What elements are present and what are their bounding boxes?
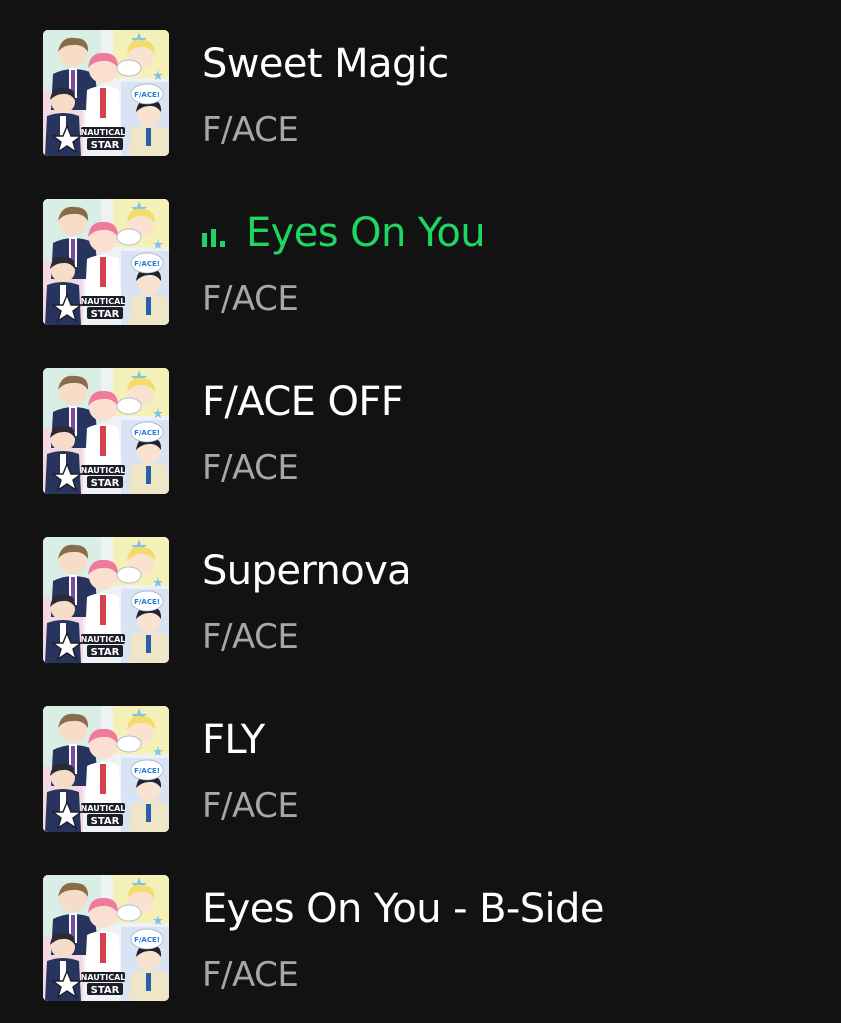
svg-text:F/ACE!: F/ACE! — [134, 260, 160, 268]
track-title-line: Supernova — [202, 545, 412, 597]
album-cover-art: F/ACE! NAUTICAL STAR — [43, 30, 169, 156]
svg-text:F/ACE!: F/ACE! — [134, 429, 160, 437]
album-cover-art: F/ACE! NAUTICAL STAR — [43, 537, 169, 663]
svg-text:STAR: STAR — [91, 309, 120, 320]
track-title: Sweet Magic — [202, 41, 449, 87]
svg-text:NAUTICAL: NAUTICAL — [81, 804, 126, 813]
track-row[interactable]: F/ACE! NAUTICAL STAR Sweet Magic F/ACE — [0, 0, 841, 160]
track-title: Eyes On You - B-Side — [202, 886, 604, 932]
svg-text:F/ACE!: F/ACE! — [134, 598, 160, 606]
track-artist: F/ACE — [202, 448, 299, 488]
track-artist: F/ACE — [202, 786, 299, 826]
svg-text:STAR: STAR — [91, 647, 120, 658]
svg-text:STAR: STAR — [91, 478, 120, 489]
track-artist: F/ACE — [202, 955, 299, 995]
track-row[interactable]: F/ACE! NAUTICAL STAR Eyes On You - B-Sid… — [0, 845, 841, 1005]
track-title-line: F/ACE OFF — [202, 376, 404, 428]
track-title-line: Eyes On You - B-Side — [202, 883, 604, 935]
track-artist: F/ACE — [202, 110, 299, 150]
svg-text:F/ACE!: F/ACE! — [134, 936, 160, 944]
album-cover-art: F/ACE! NAUTICAL STAR — [43, 706, 169, 832]
track-title-line: FLY — [202, 714, 265, 766]
track-row[interactable]: F/ACE! NAUTICAL STAR Supernova F/ACE — [0, 507, 841, 667]
track-title: F/ACE OFF — [202, 379, 404, 425]
svg-text:STAR: STAR — [91, 816, 120, 827]
svg-text:F/ACE!: F/ACE! — [134, 767, 160, 775]
track-row[interactable]: F/ACE! NAUTICAL STAR FLY F/ACE — [0, 676, 841, 836]
track-title: FLY — [202, 717, 265, 763]
album-cover-art: F/ACE! NAUTICAL STAR — [43, 199, 169, 325]
svg-text:NAUTICAL: NAUTICAL — [81, 635, 126, 644]
track-title-line: Sweet Magic — [202, 38, 449, 90]
track-row[interactable]: F/ACE! NAUTICAL STAR Eyes On You F/ACE — [0, 169, 841, 329]
album-cover-art: F/ACE! NAUTICAL STAR — [43, 368, 169, 494]
svg-text:NAUTICAL: NAUTICAL — [81, 973, 126, 982]
track-list: F/ACE! NAUTICAL STAR Sweet Magic F/ACE F… — [0, 0, 841, 1023]
track-artist: F/ACE — [202, 617, 299, 657]
svg-text:NAUTICAL: NAUTICAL — [81, 297, 126, 306]
equalizer-bars-icon — [202, 227, 236, 247]
track-title-line: Eyes On You — [202, 207, 486, 259]
svg-text:NAUTICAL: NAUTICAL — [81, 128, 126, 137]
svg-text:NAUTICAL: NAUTICAL — [81, 466, 126, 475]
svg-text:F/ACE!: F/ACE! — [134, 91, 160, 99]
track-artist: F/ACE — [202, 279, 299, 319]
track-title: Supernova — [202, 548, 412, 594]
svg-text:STAR: STAR — [91, 140, 120, 151]
track-row[interactable]: F/ACE! NAUTICAL STAR F/ACE OFF F/ACE — [0, 338, 841, 498]
track-title: Eyes On You — [246, 210, 486, 256]
svg-text:STAR: STAR — [91, 985, 120, 996]
album-cover-art: F/ACE! NAUTICAL STAR — [43, 875, 169, 1001]
